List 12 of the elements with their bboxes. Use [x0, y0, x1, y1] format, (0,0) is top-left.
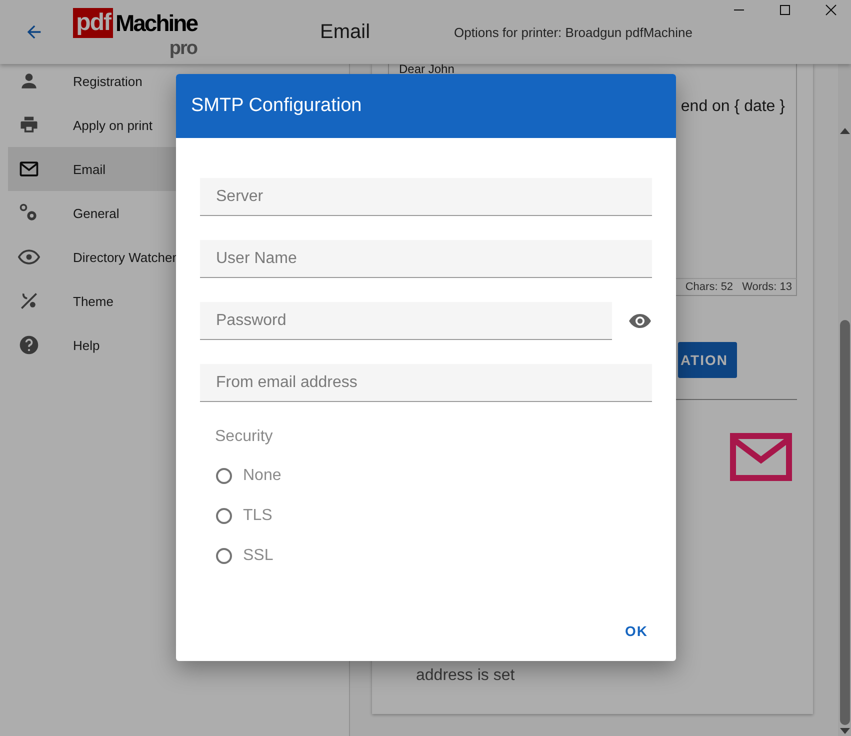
logo-brand: pdf — [73, 8, 114, 38]
char-count: Chars: 52 — [685, 281, 734, 293]
word-count: Words: 13 — [742, 281, 792, 293]
note-text: address is set — [415, 667, 516, 685]
logo-edition: pro — [169, 38, 197, 60]
printer-subtitle: Options for printer: Broadgun pdfMachine — [454, 24, 692, 40]
editor-text: Dear John — [399, 64, 454, 74]
page-title: Email — [320, 20, 370, 44]
dialog-title: SMTP Configuration — [176, 74, 676, 138]
security-label: Security — [214, 428, 274, 447]
editor-text: end on { date } — [680, 98, 785, 116]
logo-name: Machine — [115, 9, 197, 38]
